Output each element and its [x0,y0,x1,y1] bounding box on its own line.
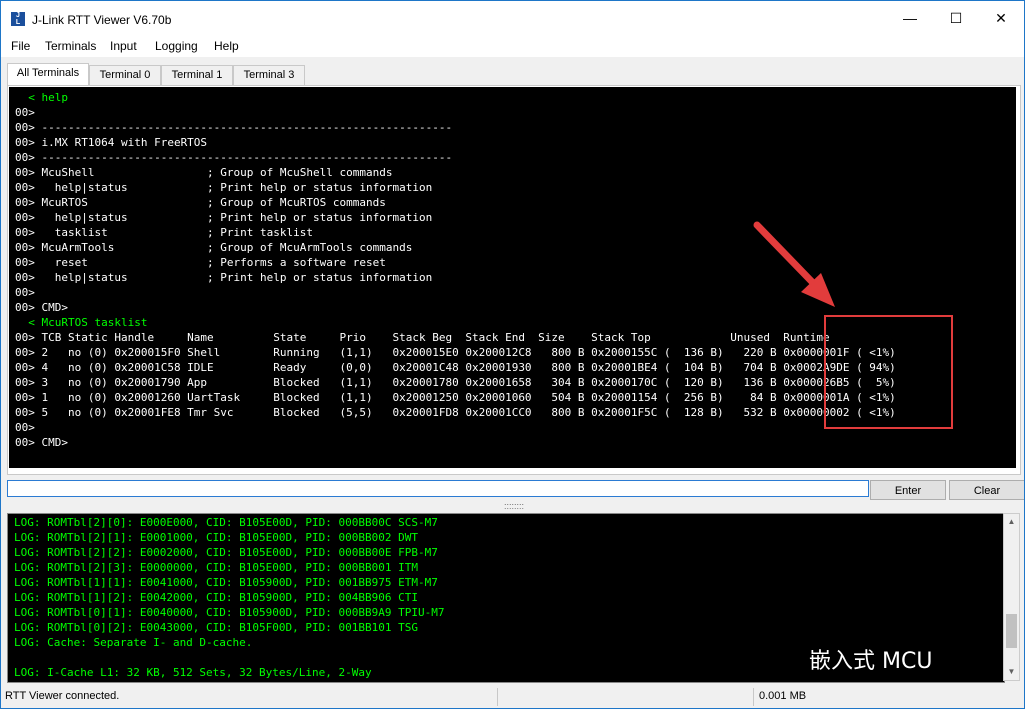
rtt-viewer-window: JL J-Link RTT Viewer V6.70b — ☐ ✕ File T… [0,0,1025,709]
connection-status: RTT Viewer connected. [5,690,120,702]
watermark-text: 嵌入式 MCU [809,649,933,674]
log-scrollbar[interactable]: ▲ ▼ [1003,513,1020,681]
annotation-arrow-icon [753,221,835,307]
menu-logging[interactable]: Logging [155,39,198,53]
scroll-thumb[interactable] [1006,614,1017,648]
terminal-output[interactable]: 00> CMD> 00> 00> 5 no (0) 0x20001FE8 Tmr S… [9,87,1016,468]
window-title: J-Link RTT Viewer V6.70b [32,13,172,27]
status-separator [497,688,498,706]
tab-terminal-3[interactable]: Terminal 3 [233,65,305,85]
log-line: LOG: ROMTbl[2][1]: E0001000, CID: B105E0… [14,531,418,544]
clear-button[interactable]: Clear [949,480,1024,500]
status-separator [753,688,754,706]
data-size-status: 0.001 MB [759,690,807,702]
minimize-button[interactable]: — [887,1,933,35]
log-line: LOG: ROMTbl[0][2]: E0043000, CID: B105F0… [14,621,418,634]
title-bar: JL J-Link RTT Viewer V6.70b — ☐ ✕ [1,1,1024,35]
tab-terminal-0[interactable]: Terminal 0 [89,65,161,85]
command-input[interactable] [7,480,869,497]
log-line: LOG: Cache: Separate I- and D-cache. [14,636,253,649]
menu-bar: File Terminals Input Logging Help [1,35,1024,57]
menu-help[interactable]: Help [214,39,239,53]
scroll-up-icon[interactable]: ▲ [1004,514,1019,530]
scroll-down-icon[interactable]: ▼ [1004,664,1019,680]
tab-all-terminals[interactable]: All Terminals [7,63,89,86]
tab-terminal-1[interactable]: Terminal 1 [161,65,233,85]
log-line: LOG: ROMTbl[2][2]: E0002000, CID: B105E0… [14,546,438,559]
log-line: LOG: ROMTbl[2][3]: E0000000, CID: B105E0… [14,561,418,574]
log-line: LOG: ROMTbl[2][0]: E000E000, CID: B105E0… [14,516,438,529]
maximize-button[interactable]: ☐ [933,1,979,35]
menu-file[interactable]: File [11,39,30,53]
jlink-app-icon: JL [11,12,25,26]
menu-terminals[interactable]: Terminals [45,39,96,53]
log-line: LOG: ROMTbl[1][2]: E0042000, CID: B10590… [14,591,418,604]
log-line: LOG: ROMTbl[1][1]: E0041000, CID: B10590… [14,576,438,589]
enter-button[interactable]: Enter [870,480,946,500]
close-button[interactable]: ✕ [978,1,1024,35]
splitter-handle[interactable]: :::::::: [499,502,529,511]
log-line: LOG: I-Cache L1: 32 KB, 512 Sets, 32 Byt… [14,666,372,679]
menu-input[interactable]: Input [110,39,137,53]
status-bar: RTT Viewer connected. 0.001 MB [1,686,1024,708]
log-line: LOG: ROMTbl[0][1]: E0040000, CID: B10590… [14,606,445,619]
